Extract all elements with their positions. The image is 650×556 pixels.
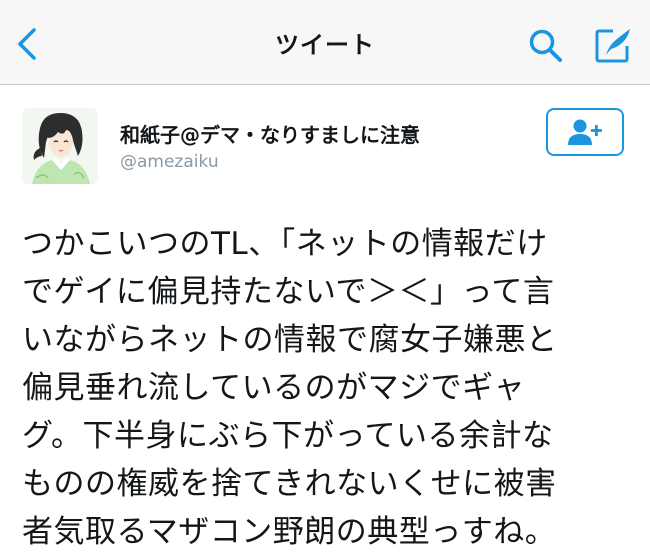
author-display-name[interactable]: 和紙子@デマ・なりすましに注意: [120, 119, 420, 148]
follow-user-plus-icon: [568, 119, 602, 145]
navigation-bar: ツイート: [0, 0, 650, 85]
search-button[interactable]: [526, 26, 566, 66]
search-icon: [529, 29, 562, 62]
chevron-left-icon: [18, 28, 36, 60]
tweet-text: つかこいつのTL、「ネットの情報だけ でゲイに偏見持たないで＞＜」って言 いなが…: [22, 226, 558, 550]
back-button[interactable]: [10, 24, 44, 64]
compose-tweet-button[interactable]: [592, 24, 634, 66]
author-handle[interactable]: @amezaiku: [120, 152, 219, 172]
avatar[interactable]: [22, 108, 98, 184]
avatar-illustration: [22, 108, 98, 184]
follow-button[interactable]: [546, 108, 624, 156]
tweet-header: 和紙子@デマ・なりすましに注意 @amezaiku: [0, 85, 650, 205]
compose-tweet-icon: [595, 29, 630, 63]
